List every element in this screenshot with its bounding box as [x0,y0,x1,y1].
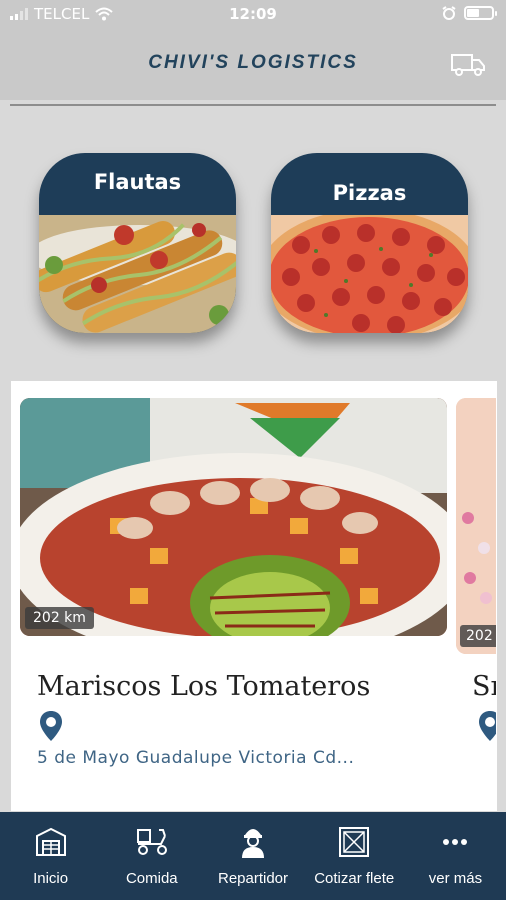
delivery-person-icon [242,829,264,858]
category-label: Flautas [93,170,182,194]
nav-label: Repartidor [217,870,289,887]
nav-ver-mas[interactable]: ver más [405,812,506,900]
restaurant-address: 5 de Mayo Guadalupe Victoria Cd... [37,748,355,768]
restaurant-image: 202 km [20,398,447,636]
distance-badge: 202 [460,625,496,647]
restaurant-image-partial[interactable]: 202 [456,398,496,654]
category-pizzas[interactable]: Pizzas [271,153,468,333]
status-bar: TELCEL 12:09 [0,0,506,28]
crate-icon [339,827,370,857]
restaurant-name: Mariscos Los Tomateros [37,671,371,702]
flautas-image [39,215,236,333]
more-icon [443,839,468,845]
next-restaurant-photo [456,398,496,654]
location-pin-icon [40,711,62,741]
nav-cotizar-flete[interactable]: Cotizar flete [304,812,405,900]
warehouse-icon [35,827,66,856]
scooter-icon [136,829,167,855]
mariscos-photo [20,398,447,636]
status-time: 12:09 [229,5,277,23]
location-pin-icon [479,711,496,741]
pizza-image [271,215,468,333]
nav-repartidor[interactable]: Repartidor [202,812,303,900]
app-title: CHIVI'S LOGISTICS [148,52,358,73]
nav-inicio[interactable]: Inicio [0,812,101,900]
battery-icon [464,6,497,20]
nav-label: Inicio [33,870,69,887]
header-divider [10,104,496,106]
restaurant-name-partial: Sr [472,671,496,702]
category-flautas[interactable]: Flautas [39,153,236,333]
alarm-icon [442,6,456,20]
nav-label: Cotizar flete [314,870,395,887]
restaurant-card[interactable]: 202 km Mariscos Los Tomateros 5 de Mayo … [11,381,497,811]
truck-icon[interactable] [450,50,486,78]
bottom-navigation: Inicio Comida Repartidor Cotizar flete v… [0,812,506,900]
nav-label: ver más [428,870,483,887]
nav-comida[interactable]: Comida [101,812,202,900]
category-label: Pizzas [332,181,407,205]
nav-label: Comida [125,870,178,887]
distance-badge: 202 km [25,607,94,629]
